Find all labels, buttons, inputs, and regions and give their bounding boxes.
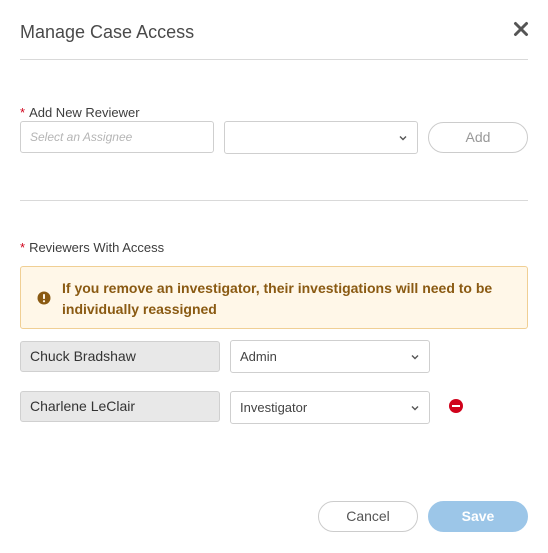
section-divider <box>20 200 528 201</box>
reviewer-name-field: Charlene LeClair <box>20 391 220 422</box>
add-reviewer-label: * Add New Reviewer <box>20 105 140 120</box>
chevron-down-icon <box>399 136 407 141</box>
assignee-input[interactable] <box>20 121 214 153</box>
save-button[interactable]: Save <box>428 501 528 532</box>
reviewers-label-text: Reviewers With Access <box>29 240 165 255</box>
remove-reviewer-button[interactable] <box>449 399 463 413</box>
chevron-down-icon <box>411 355 419 360</box>
reviewer-role-select[interactable]: Admin <box>230 340 430 373</box>
reviewer-role-value: Investigator <box>240 400 308 415</box>
new-reviewer-role-select[interactable] <box>224 121 418 154</box>
manage-case-access-dialog: Manage Case Access *Add New Reviewer Add… <box>0 0 548 553</box>
reviewers-label: * Reviewers With Access <box>20 240 164 255</box>
required-mark: * <box>20 240 26 255</box>
add-reviewer-label-text: Add New Reviewer <box>29 105 140 120</box>
dialog-title: Manage Case Access <box>20 22 195 42</box>
reviewer-role-value: Admin <box>240 349 277 364</box>
exclamation-circle-icon <box>37 291 51 305</box>
remove-investigator-warning: If you remove an investigator, their inv… <box>20 266 528 329</box>
required-mark: * <box>20 105 26 120</box>
warning-text: If you remove an investigator, their inv… <box>62 280 493 317</box>
cancel-button[interactable]: Cancel <box>318 501 418 532</box>
header-divider <box>20 59 528 60</box>
chevron-down-icon <box>411 406 419 411</box>
close-icon <box>514 22 528 36</box>
reviewer-name-field: Chuck Bradshaw <box>20 341 220 372</box>
minus-circle-icon <box>449 399 463 413</box>
add-button[interactable]: Add <box>428 122 528 153</box>
reviewer-role-select[interactable]: Investigator <box>230 391 430 424</box>
close-button[interactable] <box>512 20 530 38</box>
